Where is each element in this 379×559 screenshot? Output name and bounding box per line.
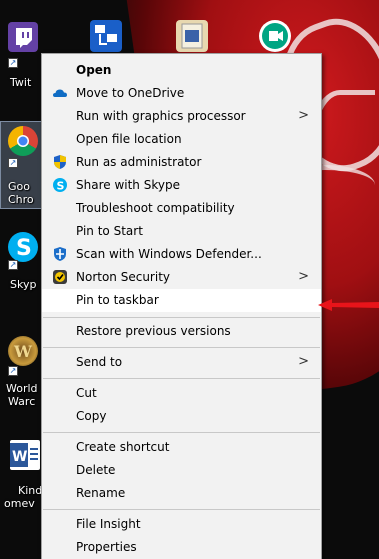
menu-item-label: Properties [76,540,137,554]
menu-item-move-to-onedrive[interactable]: Move to OneDrive [42,82,321,105]
shortcut-arrow-icon: ↗ [8,366,18,376]
chrome-icon [8,126,38,156]
menu-item-label: Run with graphics processor [76,109,246,123]
menu-item-label: Rename [76,486,126,500]
uac-shield-icon [52,154,68,170]
menu-item-label: Copy [76,409,107,423]
document-icon[interactable] [176,20,208,52]
menu-separator [43,378,320,379]
menu-separator [43,509,320,510]
menu-item-label: Create shortcut [76,440,170,454]
defender-icon [52,246,68,262]
menu-item-label: Norton Security [76,270,170,284]
menu-item-troubleshoot-compatibility[interactable]: Troubleshoot compatibility [42,197,321,220]
menu-item-cut[interactable]: Cut [42,382,321,405]
menu-item-properties[interactable]: Properties [42,536,321,559]
submenu-chevron-icon: > [298,269,309,284]
menu-separator [43,347,320,348]
word-icon: W [10,440,40,470]
desktop-icon-word-document[interactable]: W Kind omev [0,440,42,520]
skype-icon: S [8,232,38,262]
menu-item-file-insight[interactable]: File Insight [42,513,321,536]
menu-item-label: Pin to taskbar [76,293,159,307]
context-menu: Open Move to OneDrive Run with graphics … [41,53,322,559]
menu-item-label: Pin to Start [76,224,143,238]
skype-icon: S [52,177,68,193]
menu-item-pin-to-start[interactable]: Pin to Start [42,220,321,243]
menu-item-label: Open [76,63,112,77]
norton-icon [52,269,68,285]
menu-item-label: Cut [76,386,97,400]
desktop-icon-world-of-warcraft[interactable]: W ↗ World Warc [0,336,42,416]
menu-item-run-as-administrator[interactable]: Run as administrator [42,151,321,174]
menu-item-send-to[interactable]: Send to > [42,351,321,374]
menu-item-label: File Insight [76,517,141,531]
menu-item-run-with-graphics-processor[interactable]: Run with graphics processor > [42,105,321,128]
shortcut-arrow-icon: ↗ [8,158,18,168]
menu-item-label: Troubleshoot compatibility [76,201,235,215]
menu-separator [43,317,320,318]
shortcut-arrow-icon: ↗ [8,58,18,68]
desktop-icon-twitch[interactable]: ↗ Twit [0,22,42,92]
shortcut-arrow-icon: ↗ [8,260,18,270]
desktop-icon-skype[interactable]: S ↗ Skyp [0,232,42,292]
menu-item-pin-to-taskbar[interactable]: Pin to taskbar [42,289,321,312]
menu-item-create-shortcut[interactable]: Create shortcut [42,436,321,459]
svg-text:S: S [16,236,32,261]
svg-text:S: S [57,180,65,193]
menu-separator [43,432,320,433]
menu-item-rename[interactable]: Rename [42,482,321,505]
menu-item-label: Move to OneDrive [76,86,185,100]
menu-item-delete[interactable]: Delete [42,459,321,482]
twitch-icon [8,22,38,52]
menu-item-copy[interactable]: Copy [42,405,321,428]
menu-item-norton-security[interactable]: Norton Security > [42,266,321,289]
menu-item-restore-previous-versions[interactable]: Restore previous versions [42,320,321,343]
desktop-icon-chrome[interactable]: ↗ Goo Chro [0,126,42,208]
red-arrow-annotation-icon [318,299,379,311]
menu-item-label: Share with Skype [76,178,180,192]
submenu-chevron-icon: > [298,354,309,369]
menu-item-label: Restore previous versions [76,324,231,338]
world-of-warcraft-icon: W [8,336,38,366]
menu-item-open[interactable]: Open [42,59,321,82]
menu-item-scan-with-windows-defender[interactable]: Scan with Windows Defender... [42,243,321,266]
meet-icon[interactable] [259,20,291,52]
menu-item-label: Scan with Windows Defender... [76,247,262,261]
menu-item-open-file-location[interactable]: Open file location [42,128,321,151]
menu-item-label: Run as administrator [76,155,202,169]
svg-text:W: W [13,342,33,361]
onedrive-icon [52,85,68,101]
network-icon[interactable] [90,20,122,52]
menu-item-label: Open file location [76,132,182,146]
menu-item-label: Delete [76,463,116,477]
svg-text:W: W [12,449,27,465]
submenu-chevron-icon: > [298,108,309,123]
menu-item-label: Send to [76,355,123,369]
menu-item-share-with-skype[interactable]: S Share with Skype [42,174,321,197]
